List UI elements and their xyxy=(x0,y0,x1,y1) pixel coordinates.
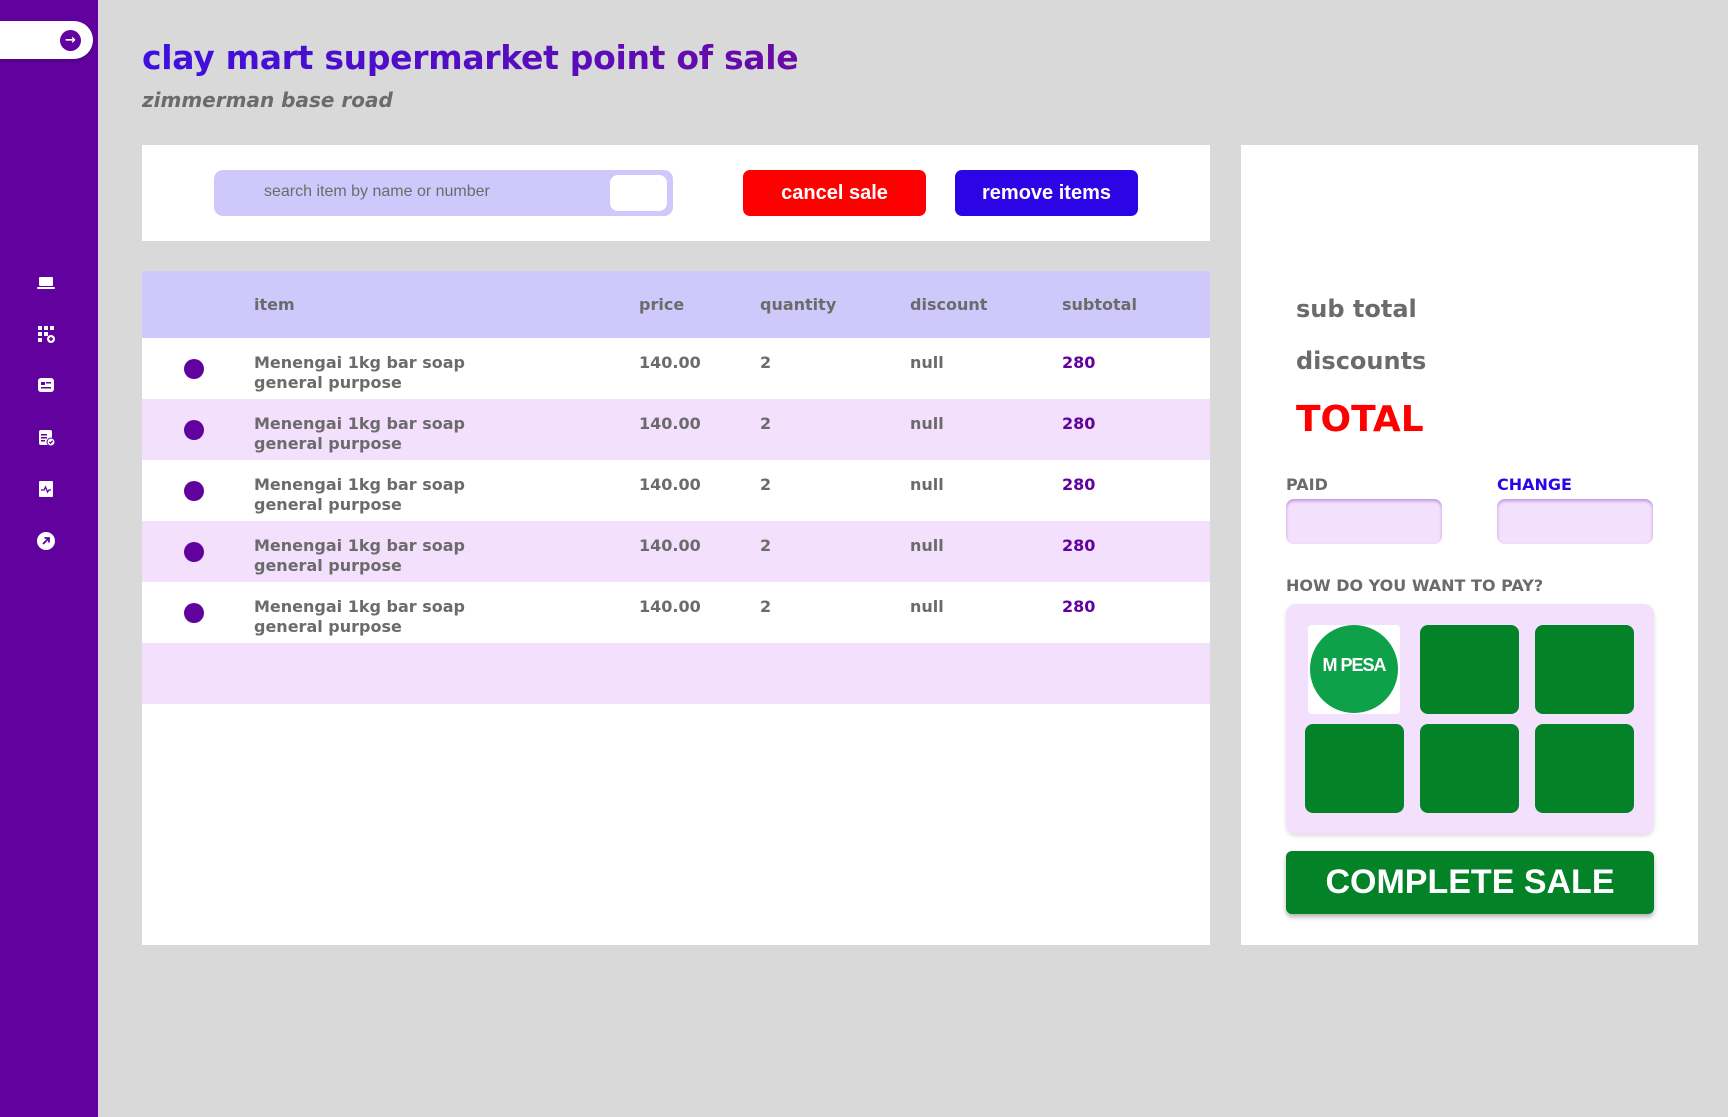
cell-quantity: 2 xyxy=(760,597,772,616)
mpesa-logo-icon: M PESA xyxy=(1310,625,1398,713)
cell-subtotal: 280 xyxy=(1062,536,1096,555)
payment-option-5[interactable] xyxy=(1420,724,1519,813)
change-field[interactable] xyxy=(1497,499,1653,544)
sidebar-toggle-button[interactable]: → xyxy=(0,21,93,59)
total-label: TOTAL xyxy=(1296,399,1424,440)
table-row[interactable]: Menengai 1kg bar soap general purpose 14… xyxy=(142,460,1210,521)
cell-price: 140.00 xyxy=(639,353,701,372)
table-row[interactable]: Menengai 1kg bar soap general purpose 14… xyxy=(142,338,1210,399)
table-header: item price quantity discount subtotal xyxy=(142,271,1210,338)
cell-discount: null xyxy=(910,475,944,494)
chart-icon[interactable] xyxy=(35,478,57,500)
remove-items-button[interactable]: remove items xyxy=(955,170,1138,216)
cell-price: 140.00 xyxy=(639,536,701,555)
table-row[interactable]: Menengai 1kg bar soap general purpose 14… xyxy=(142,521,1210,582)
table-row[interactable]: Menengai 1kg bar soap general purpose 14… xyxy=(142,582,1210,643)
mpesa-payment-option[interactable]: M PESA xyxy=(1308,625,1400,714)
search-button[interactable] xyxy=(610,175,667,211)
column-header-quantity: quantity xyxy=(760,295,837,314)
cell-price: 140.00 xyxy=(639,414,701,433)
change-label: CHANGE xyxy=(1497,475,1572,494)
payment-option-3[interactable] xyxy=(1535,625,1634,714)
cell-item: Menengai 1kg bar soap general purpose xyxy=(254,536,465,575)
paid-field[interactable] xyxy=(1286,499,1442,544)
payment-option-2[interactable] xyxy=(1420,625,1519,714)
cell-item: Menengai 1kg bar soap general purpose xyxy=(254,353,465,392)
complete-sale-button[interactable]: COMPLETE SALE xyxy=(1286,851,1654,914)
page-subtitle: zimmerman base road xyxy=(142,88,393,112)
cell-price: 140.00 xyxy=(639,475,701,494)
payment-option-6[interactable] xyxy=(1535,724,1634,813)
cancel-sale-button[interactable]: cancel sale xyxy=(743,170,926,216)
row-select-dot[interactable] xyxy=(184,481,204,501)
grid-add-icon[interactable] xyxy=(35,323,57,345)
column-header-subtotal: subtotal xyxy=(1062,295,1137,314)
cell-item: Menengai 1kg bar soap general purpose xyxy=(254,414,465,453)
cell-quantity: 2 xyxy=(760,353,772,372)
row-select-dot[interactable] xyxy=(184,542,204,562)
search-placeholder: search item by name or number xyxy=(264,183,490,200)
cell-quantity: 2 xyxy=(760,536,772,555)
card-icon[interactable] xyxy=(35,374,57,396)
cell-price: 140.00 xyxy=(639,597,701,616)
cell-item: Menengai 1kg bar soap general purpose xyxy=(254,597,465,636)
calendar-check-icon[interactable] xyxy=(35,426,57,448)
page-title: clay mart supermarket point of sale xyxy=(142,38,799,77)
subtotal-label: sub total xyxy=(1296,295,1417,323)
cell-discount: null xyxy=(910,414,944,433)
empty-table-row xyxy=(142,643,1210,704)
payment-method-panel: M PESA xyxy=(1286,604,1654,834)
mpesa-logo-text: M PESA xyxy=(1322,655,1386,675)
cell-quantity: 2 xyxy=(760,414,772,433)
cell-subtotal: 280 xyxy=(1062,414,1096,433)
row-select-dot[interactable] xyxy=(184,420,204,440)
column-header-price: price xyxy=(639,295,685,314)
order-summary-panel: sub total discounts TOTAL PAID CHANGE HO… xyxy=(1241,145,1698,945)
cell-subtotal: 280 xyxy=(1062,353,1096,372)
search-input[interactable]: search item by name or number xyxy=(214,170,673,216)
row-select-dot[interactable] xyxy=(184,359,204,379)
items-table: item price quantity discount subtotal Me… xyxy=(142,271,1210,945)
cell-item: Menengai 1kg bar soap general purpose xyxy=(254,475,465,514)
column-header-item: item xyxy=(254,295,295,314)
table-row[interactable]: Menengai 1kg bar soap general purpose 14… xyxy=(142,399,1210,460)
cell-quantity: 2 xyxy=(760,475,772,494)
discounts-label: discounts xyxy=(1296,347,1427,375)
payment-method-question: HOW DO YOU WANT TO PAY? xyxy=(1286,576,1544,595)
paid-label: PAID xyxy=(1286,475,1328,494)
sidebar: → xyxy=(0,0,98,1117)
cell-subtotal: 280 xyxy=(1062,475,1096,494)
row-select-dot[interactable] xyxy=(184,603,204,623)
column-header-discount: discount xyxy=(910,295,988,314)
toolbar: search item by name or number cancel sal… xyxy=(142,145,1210,241)
cell-discount: null xyxy=(910,536,944,555)
cell-subtotal: 280 xyxy=(1062,597,1096,616)
laptop-icon[interactable] xyxy=(35,272,57,294)
arrow-right-icon: → xyxy=(60,30,81,51)
arrow-up-right-icon[interactable] xyxy=(35,530,57,552)
cell-discount: null xyxy=(910,353,944,372)
cell-discount: null xyxy=(910,597,944,616)
payment-option-4[interactable] xyxy=(1305,724,1404,813)
